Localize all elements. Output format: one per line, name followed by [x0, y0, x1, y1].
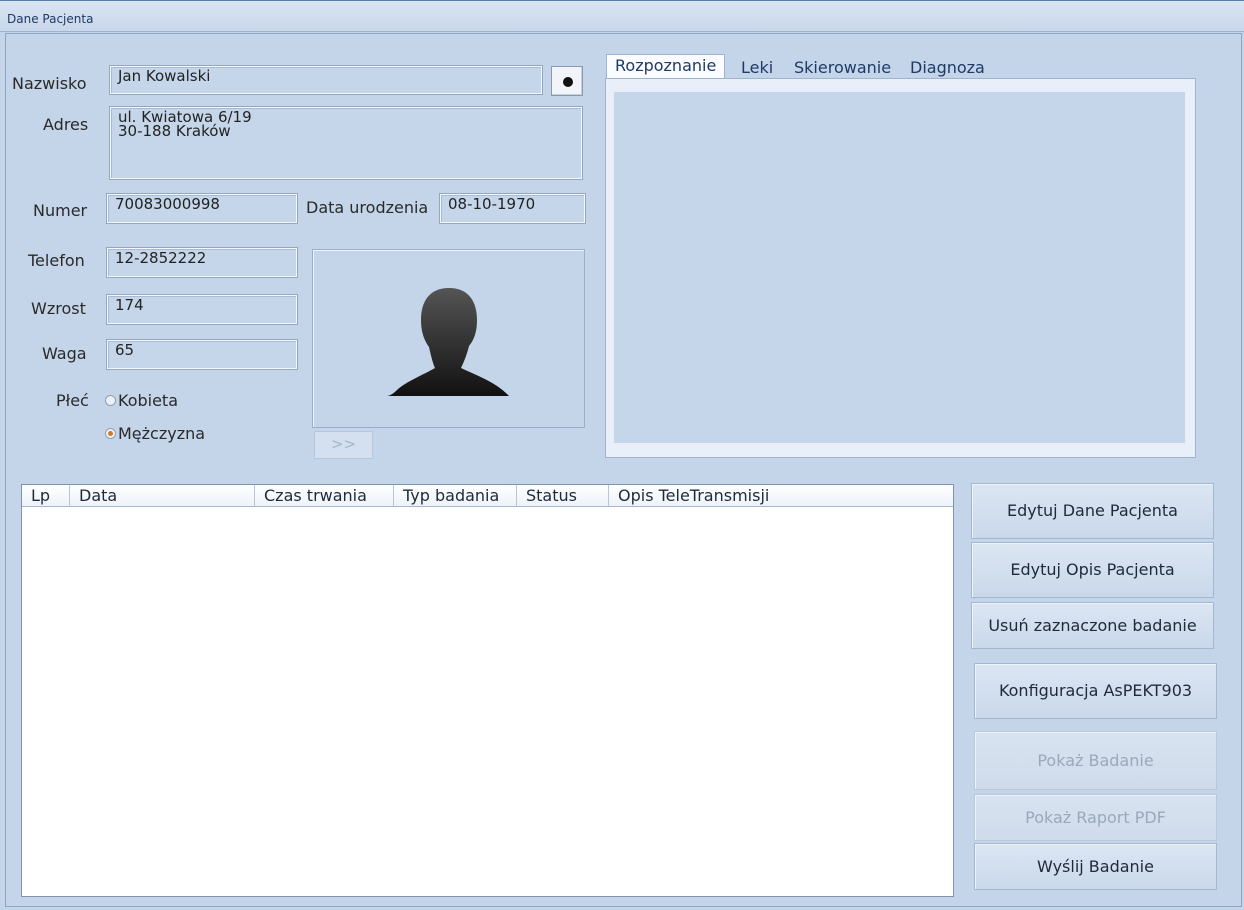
- column-header-typ-badania[interactable]: Typ badania: [393, 485, 516, 506]
- send-exam-button[interactable]: Wyślij Badanie: [974, 843, 1217, 890]
- record-button[interactable]: [551, 66, 583, 96]
- phone-field[interactable]: 12-2852222: [106, 247, 298, 278]
- surname-field[interactable]: Jan Kowalski: [109, 65, 543, 95]
- radio-male-label[interactable]: Mężczyzna: [118, 424, 205, 443]
- title-bar: Dane Pacjenta: [0, 0, 1244, 32]
- sex-label: Płeć: [56, 391, 89, 410]
- show-pdf-report-button[interactable]: Pokaż Raport PDF: [974, 794, 1217, 841]
- birthdate-label: Data urodzenia: [306, 198, 429, 217]
- delete-selected-exam-button[interactable]: Usuń zaznaczone badanie: [971, 602, 1214, 649]
- weight-label: Waga: [42, 344, 87, 363]
- column-header-opis[interactable]: Opis TeleTransmisji: [608, 485, 953, 506]
- height-label: Wzrost: [31, 299, 86, 318]
- show-exam-button[interactable]: Pokaż Badanie: [974, 731, 1217, 790]
- next-photo-button[interactable]: >>: [314, 431, 373, 459]
- edit-patient-description-button[interactable]: Edytuj Opis Pacjenta: [971, 542, 1214, 598]
- radio-female-label[interactable]: Kobieta: [118, 391, 178, 410]
- phone-label: Telefon: [28, 251, 85, 270]
- configuration-button[interactable]: Konfiguracja AsPEKT903: [974, 663, 1217, 719]
- column-header-data[interactable]: Data: [69, 485, 254, 506]
- weight-field[interactable]: 65: [106, 339, 298, 370]
- tab-rozpoznanie[interactable]: Rozpoznanie: [606, 54, 726, 78]
- record-dot-icon: [563, 77, 573, 87]
- height-field[interactable]: 174: [106, 294, 298, 325]
- avatar-silhouette-icon: [386, 288, 509, 396]
- window-title: Dane Pacjenta: [7, 12, 94, 26]
- column-header-status[interactable]: Status: [516, 485, 608, 506]
- surname-label: Nazwisko: [12, 74, 87, 93]
- tab-content-pane: [605, 78, 1196, 458]
- diagnosis-text-area[interactable]: [614, 92, 1185, 443]
- address-label: Adres: [43, 115, 89, 134]
- patient-photo: [312, 249, 585, 428]
- column-header-lp[interactable]: Lp: [22, 485, 69, 506]
- table-header: Lp Data Czas trwania Typ badania Status …: [22, 485, 953, 507]
- radio-female[interactable]: [105, 395, 116, 406]
- exams-table[interactable]: Lp Data Czas trwania Typ badania Status …: [21, 484, 954, 897]
- number-field[interactable]: 70083000998: [106, 193, 298, 224]
- radio-male[interactable]: [105, 428, 116, 439]
- birthdate-field[interactable]: 08-10-1970: [439, 193, 586, 224]
- column-header-czas-trwania[interactable]: Czas trwania: [254, 485, 393, 506]
- edit-patient-data-button[interactable]: Edytuj Dane Pacjenta: [971, 483, 1214, 539]
- number-label: Numer: [33, 201, 88, 220]
- address-field[interactable]: ul. Kwiatowa 6/19 30-188 Kraków: [109, 106, 583, 180]
